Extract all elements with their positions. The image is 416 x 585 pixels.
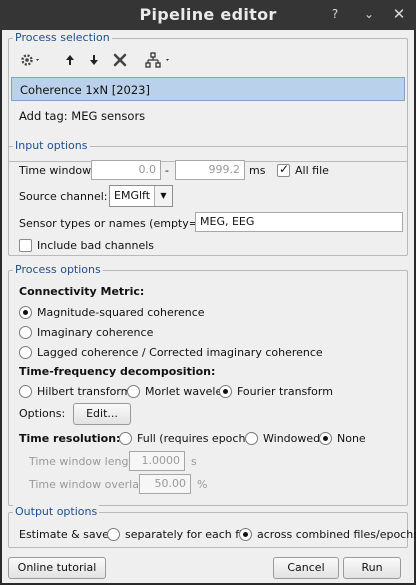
tf-hilbert-label: Hilbert transform	[37, 385, 132, 398]
time-res-none-radio[interactable]	[319, 432, 332, 445]
estimate-separately-radio[interactable]	[107, 528, 120, 541]
sensor-types-field[interactable]: MEG, EEG	[195, 212, 403, 232]
options-label: Options:	[19, 407, 66, 420]
tf-morlet-radio[interactable]	[127, 385, 140, 398]
time-res-windowed-label: Windowed	[263, 432, 321, 445]
input-options-group: Input options Time window: 0.0 - 999.2 m…	[8, 139, 408, 256]
tf-fourier-radio[interactable]	[219, 385, 232, 398]
estimate-save-label: Estimate & save:	[19, 528, 113, 541]
process-options-group: Process options Connectivity Metric: Mag…	[8, 263, 408, 506]
source-channel-label: Source channel:	[19, 190, 108, 203]
metric-imaginary-label: Imaginary coherence	[37, 326, 154, 339]
tf-fourier-label: Fourier transform	[237, 385, 333, 398]
time-separator: -	[165, 164, 169, 177]
output-options-group: Output options Estimate & save: separate…	[8, 505, 416, 548]
input-options-legend: Input options	[13, 139, 90, 153]
tf-hilbert-radio[interactable]	[19, 385, 32, 398]
metric-msc-label: Magnitude-squared coherence	[37, 306, 205, 319]
source-channel-value: EMGlft	[114, 189, 151, 202]
tw-overlap-unit: %	[197, 478, 208, 491]
delete-x-icon[interactable]	[109, 49, 131, 71]
arrow-up-icon[interactable]	[59, 49, 81, 71]
output-options-legend: Output options	[13, 505, 100, 519]
metric-lagged-radio[interactable]	[19, 346, 32, 359]
online-tutorial-button[interactable]: Online tutorial	[8, 557, 106, 579]
source-channel-select[interactable]: EMGlft ▼	[109, 185, 173, 207]
run-button[interactable]: Run	[343, 557, 401, 579]
process-item-label: Coherence 1xN [2023]	[20, 83, 150, 97]
minimize-button[interactable]: ⌄	[360, 5, 378, 23]
connectivity-metric-heading: Connectivity Metric:	[19, 285, 145, 298]
close-button[interactable]: ✕	[390, 5, 408, 23]
include-bad-channels-checkbox[interactable]	[19, 239, 32, 252]
pipeline-tree-icon[interactable]	[145, 49, 175, 71]
tw-length-field[interactable]: 1.0000	[129, 451, 185, 471]
metric-imaginary-radio[interactable]	[19, 326, 32, 339]
estimate-separately-label: separately for each file	[125, 528, 253, 541]
dialog-body: Process selection Coherence 1xN [2023] A…	[2, 30, 416, 583]
all-file-checkbox[interactable]	[277, 162, 290, 177]
process-selection-legend: Process selection	[13, 31, 112, 45]
time-res-full-radio[interactable]	[119, 432, 132, 445]
metric-lagged-label: Lagged coherence / Corrected imaginary c…	[37, 346, 323, 359]
time-res-full-label: Full (requires epochs)	[137, 432, 256, 445]
time-res-none-label: None	[337, 432, 366, 445]
tw-overlap-label: Time window overlap:	[29, 478, 150, 491]
chevron-down-icon: ▼	[154, 186, 172, 206]
edit-options-button[interactable]: Edit...	[73, 403, 131, 425]
time-res-windowed-radio[interactable]	[245, 432, 258, 445]
window-title: Pipeline editor	[139, 5, 277, 24]
cancel-button[interactable]: Cancel	[273, 557, 339, 579]
estimate-combined-label: across combined files/epochs	[257, 528, 416, 541]
help-button[interactable]: ?	[326, 5, 344, 23]
time-start-field[interactable]: 0.0	[91, 160, 161, 180]
process-options-legend: Process options	[13, 263, 103, 277]
time-unit-label: ms	[249, 164, 266, 177]
tw-length-label: Time window length:	[29, 455, 144, 468]
process-item-add-tag[interactable]: Add tag: MEG sensors	[11, 104, 405, 128]
tw-length-unit: s	[191, 455, 197, 468]
process-item-label: Add tag: MEG sensors	[19, 109, 146, 123]
tw-overlap-field[interactable]: 50.00	[139, 474, 191, 494]
include-bad-channels-label: Include bad channels	[37, 239, 154, 252]
all-file-label: All file	[295, 164, 329, 177]
tf-decomposition-heading: Time-frequency decomposition:	[19, 365, 216, 378]
gear-icon[interactable]	[17, 49, 45, 71]
sensor-types-label: Sensor types or names (empty=all):	[19, 217, 219, 230]
arrow-down-icon[interactable]	[83, 49, 105, 71]
time-end-field[interactable]: 999.2	[175, 160, 245, 180]
time-window-label: Time window:	[19, 164, 95, 177]
time-resolution-heading: Time resolution:	[19, 432, 121, 445]
estimate-combined-radio[interactable]	[239, 528, 252, 541]
metric-msc-radio[interactable]	[19, 306, 32, 319]
process-item-coherence[interactable]: Coherence 1xN [2023]	[11, 77, 405, 101]
title-bar: Pipeline editor ? ⌄ ✕	[0, 0, 416, 30]
